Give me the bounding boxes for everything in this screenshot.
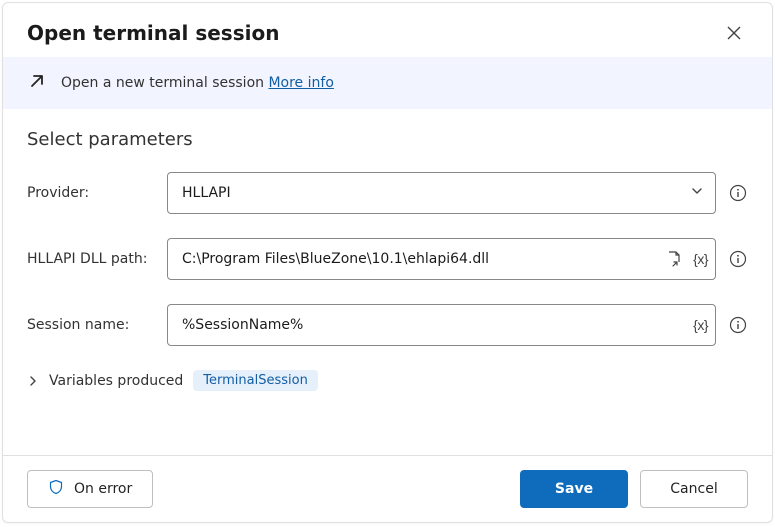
on-error-button[interactable]: On error [27, 470, 153, 508]
session-label: Session name: [27, 317, 155, 333]
variable-chip[interactable]: TerminalSession [193, 370, 318, 391]
close-button[interactable] [720, 19, 748, 47]
dllpath-row: HLLAPI DLL path: {x} [27, 238, 748, 280]
provider-label: Provider: [27, 185, 155, 201]
info-banner: Open a new terminal session More info [3, 57, 772, 109]
variables-produced-label: Variables produced [49, 373, 183, 389]
save-button[interactable]: Save [520, 470, 628, 508]
provider-select-wrap: HLLAPI [167, 172, 716, 214]
titlebar: Open terminal session [3, 3, 772, 57]
cancel-button[interactable]: Cancel [640, 470, 748, 508]
provider-row: Provider: HLLAPI [27, 172, 748, 214]
provider-select[interactable]: HLLAPI [167, 172, 716, 214]
session-input[interactable] [167, 304, 716, 346]
dialog-footer: On error Save Cancel [3, 455, 772, 522]
dllpath-input-wrap: {x} [167, 238, 716, 280]
variable-picker-icon[interactable]: {x} [693, 251, 708, 267]
variable-picker-icon[interactable]: {x} [693, 317, 708, 333]
open-arrow-icon [27, 71, 47, 95]
dllpath-input[interactable] [167, 238, 716, 280]
dllpath-label: HLLAPI DLL path: [27, 251, 155, 267]
banner-text: Open a new terminal session More info [61, 75, 334, 91]
variables-produced-row: Variables produced TerminalSession [27, 370, 748, 391]
more-info-link[interactable]: More info [268, 75, 333, 91]
close-icon [727, 26, 741, 40]
content-area: Select parameters Provider: HLLAPI HLLAP… [3, 109, 772, 455]
chevron-right-icon[interactable] [27, 375, 39, 387]
provider-help-icon[interactable] [728, 183, 748, 203]
dialog: Open terminal session Open a new termina… [2, 2, 773, 523]
session-row: Session name: {x} [27, 304, 748, 346]
dialog-title: Open terminal session [27, 21, 279, 45]
session-input-wrap: {x} [167, 304, 716, 346]
section-title: Select parameters [27, 129, 748, 150]
shield-icon [48, 479, 64, 499]
dllpath-help-icon[interactable] [728, 249, 748, 269]
browse-file-icon[interactable] [665, 250, 683, 268]
session-help-icon[interactable] [728, 315, 748, 335]
